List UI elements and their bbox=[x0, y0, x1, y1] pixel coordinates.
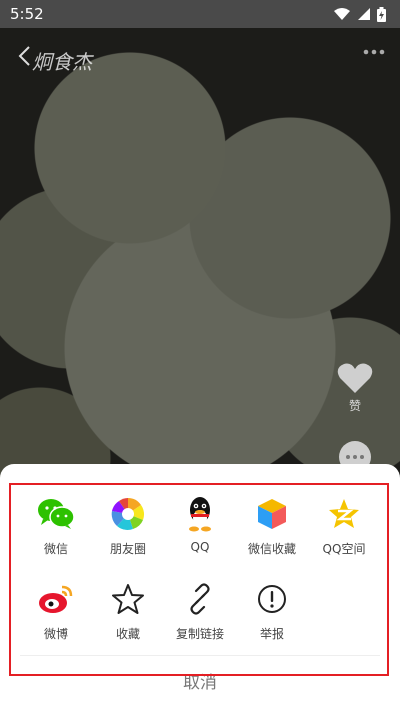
share-qq-button[interactable]: QQ bbox=[164, 494, 236, 557]
star-icon bbox=[112, 584, 144, 614]
share-weibo-button[interactable]: 微博 bbox=[20, 579, 92, 642]
qq-icon bbox=[189, 497, 211, 532]
share-label: 微信收藏 bbox=[247, 542, 296, 556]
status-bar: 5:52 bbox=[0, 0, 400, 28]
like-label: 赞 bbox=[348, 399, 361, 413]
wifi-icon bbox=[334, 8, 350, 20]
share-label: 朋友圈 bbox=[109, 542, 146, 556]
share-label: 举报 bbox=[259, 627, 284, 641]
link-icon bbox=[190, 583, 210, 615]
share-label: QQ bbox=[190, 540, 210, 554]
share-grid: 微信 朋友圈 QQ 微信收藏 QQ空间 微博 收藏 复制链接 举报 bbox=[20, 494, 380, 642]
status-icons bbox=[333, 6, 386, 22]
status-time: 5:52 bbox=[10, 5, 44, 23]
channel-logo: 炯食杰 bbox=[32, 50, 92, 74]
more-options-icon[interactable] bbox=[362, 44, 386, 60]
sheet-divider bbox=[20, 655, 380, 656]
share-label: 复制链接 bbox=[175, 627, 224, 641]
share-wechat-favorites-button[interactable]: 微信收藏 bbox=[236, 494, 308, 557]
share-wechat-button[interactable]: 微信 bbox=[20, 494, 92, 557]
share-label: 收藏 bbox=[115, 627, 140, 641]
report-icon bbox=[258, 585, 286, 613]
copy-link-button[interactable]: 复制链接 bbox=[164, 579, 236, 642]
favorite-button[interactable]: 收藏 bbox=[92, 579, 164, 642]
moments-icon bbox=[111, 498, 145, 530]
cancel-button[interactable]: 取消 bbox=[0, 668, 400, 693]
report-button[interactable]: 举报 bbox=[236, 579, 308, 642]
qzone-icon bbox=[329, 499, 359, 528]
wechat-icon bbox=[38, 499, 75, 529]
heart-icon bbox=[337, 363, 373, 393]
share-moments-button[interactable]: 朋友圈 bbox=[92, 494, 164, 557]
share-qzone-button[interactable]: QQ空间 bbox=[308, 494, 380, 557]
share-label: 微博 bbox=[43, 627, 68, 641]
share-label: 微信 bbox=[43, 542, 68, 556]
wechat-favorites-icon bbox=[258, 499, 286, 529]
battery-icon bbox=[377, 6, 386, 22]
share-label: QQ空间 bbox=[322, 542, 366, 556]
like-button[interactable]: 赞 bbox=[335, 362, 375, 418]
signal-icon bbox=[358, 8, 370, 20]
weibo-icon bbox=[39, 585, 73, 613]
